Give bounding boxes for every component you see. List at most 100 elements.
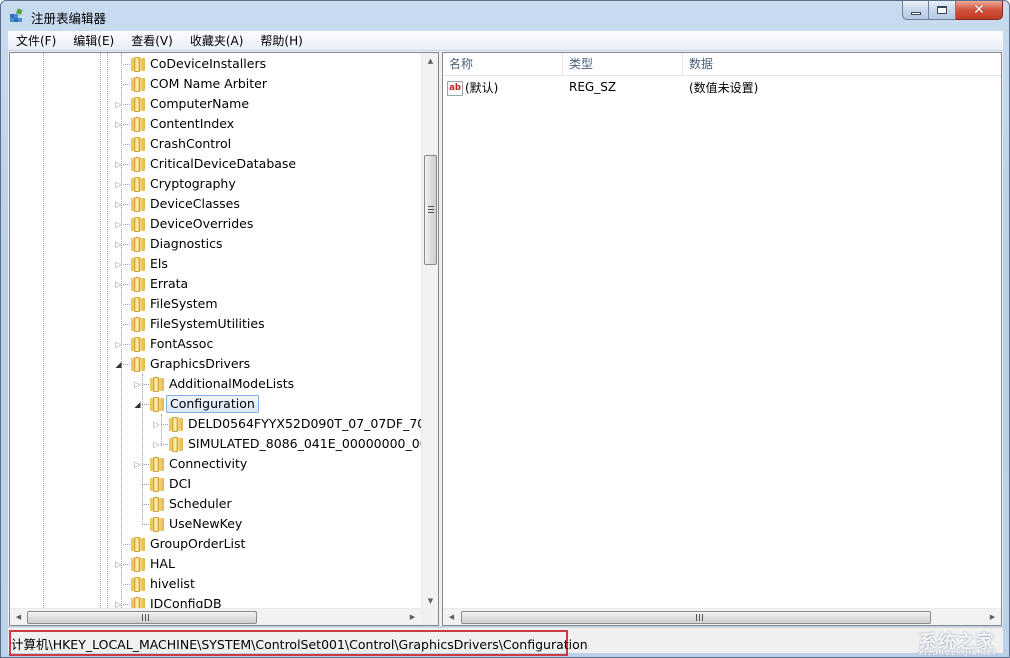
tree-item[interactable]: DCI xyxy=(10,474,421,494)
tree-item-label: COM Name Arbiter xyxy=(150,76,268,91)
status-path: 计算机\HKEY_LOCAL_MACHINE\SYSTEM\ControlSet… xyxy=(11,637,588,652)
tree-item-label: DCI xyxy=(169,476,192,491)
tree-item-label: DeviceOverrides xyxy=(150,216,254,231)
tree-item[interactable]: CoDeviceInstallers xyxy=(10,54,421,74)
folder-icon xyxy=(130,536,146,552)
tree-item[interactable]: ▷ AdditionalModeLists xyxy=(10,374,421,394)
tree-item[interactable]: ▷ DELD0564FYYX52D090T_07_07DF_70^B7 xyxy=(10,414,421,434)
menu-file[interactable]: 文件(F) xyxy=(14,31,58,50)
expanded-triangle-icon[interactable]: ◢ xyxy=(133,400,142,409)
scroll-up-arrow-icon[interactable]: ▲ xyxy=(422,53,439,70)
tree-item[interactable]: ▷ ComputerName xyxy=(10,94,421,114)
minimize-button[interactable] xyxy=(902,1,929,20)
list-horizontal-scroll-thumb[interactable] xyxy=(461,611,931,624)
tree-item[interactable]: ▷ DeviceOverrides xyxy=(10,214,421,234)
tree-vertical-scrollbar[interactable]: ▲ ▼ xyxy=(421,53,438,610)
tree-item[interactable]: ▷ HAL xyxy=(10,554,421,574)
tree-item[interactable]: FileSystem xyxy=(10,294,421,314)
tree-item-label: AdditionalModeLists xyxy=(169,376,295,391)
tree-item[interactable]: ▷ SIMULATED_8086_041E_00000000_00020 xyxy=(10,434,421,454)
folder-icon xyxy=(130,316,146,332)
menu-view[interactable]: 查看(V) xyxy=(129,31,175,50)
collapsed-triangle-icon[interactable]: ▷ xyxy=(114,100,123,109)
tree-item[interactable]: ▷ Connectivity xyxy=(10,454,421,474)
tree-guide-line xyxy=(161,414,162,446)
column-header-type[interactable]: 类型 xyxy=(563,53,683,76)
folder-icon xyxy=(149,496,165,512)
folder-icon xyxy=(130,216,146,232)
collapsed-triangle-icon[interactable]: ▷ xyxy=(114,220,123,229)
folder-icon xyxy=(130,256,146,272)
tree-item[interactable]: COM Name Arbiter xyxy=(10,74,421,94)
tree-item[interactable]: ▷ Errata xyxy=(10,274,421,294)
folder-icon xyxy=(130,576,146,592)
tree-item[interactable]: ▷ ContentIndex xyxy=(10,114,421,134)
folder-icon xyxy=(130,96,146,112)
collapsed-triangle-icon[interactable]: ▷ xyxy=(114,180,123,189)
tree-item[interactable]: ▷ DeviceClasses xyxy=(10,194,421,214)
menu-favorites[interactable]: 收藏夹(A) xyxy=(188,31,246,50)
collapsed-triangle-icon[interactable]: ▷ xyxy=(114,260,123,269)
list-horizontal-scrollbar[interactable]: ◀ ▶ xyxy=(443,608,1001,625)
value-name-cell: ab (默认) xyxy=(443,79,563,96)
collapsed-triangle-icon[interactable]: ▷ xyxy=(114,340,123,349)
tree-horizontal-scrollbar[interactable]: ◀ ▶ xyxy=(10,608,421,625)
tree-vertical-scroll-thumb[interactable] xyxy=(424,155,437,265)
tree-item-label: FileSystem xyxy=(150,296,218,311)
registry-editor-icon xyxy=(10,8,23,22)
list-row[interactable]: ab (默认) REG_SZ (数值未设置) xyxy=(443,77,983,97)
tree-horizontal-scroll-thumb[interactable] xyxy=(27,611,257,624)
tree-item-label: HAL xyxy=(150,556,175,571)
tree-item-label: Connectivity xyxy=(169,456,248,471)
collapsed-triangle-icon[interactable]: ▷ xyxy=(133,460,142,469)
column-header-name[interactable]: 名称 xyxy=(443,53,563,76)
tree-item[interactable]: ▷ CriticalDeviceDatabase xyxy=(10,154,421,174)
menu-help[interactable]: 帮助(H) xyxy=(258,31,304,50)
maximize-button[interactable] xyxy=(929,1,956,20)
column-header-data[interactable]: 数据 xyxy=(683,53,1001,76)
tree-item[interactable]: FileSystemUtilities xyxy=(10,314,421,334)
menu-edit[interactable]: 编辑(E) xyxy=(71,31,116,50)
folder-icon xyxy=(130,156,146,172)
tree-item[interactable]: ◢ GraphicsDrivers xyxy=(10,354,421,374)
tree-item[interactable]: ◢ Configuration xyxy=(10,394,421,414)
tree-item[interactable]: UseNewKey xyxy=(10,514,421,534)
folder-icon xyxy=(130,56,146,72)
scroll-left-arrow-icon[interactable]: ◀ xyxy=(10,609,27,626)
tree-item[interactable]: ▷ FontAssoc xyxy=(10,334,421,354)
registry-tree-pane: CoDeviceInstallers COM Name Arbiter ▷ Compu… xyxy=(9,52,439,626)
collapsed-triangle-icon[interactable]: ▷ xyxy=(152,440,161,449)
scroll-right-arrow-icon[interactable]: ▶ xyxy=(984,609,1001,626)
tree-item-label: FontAssoc xyxy=(150,336,214,351)
folder-icon xyxy=(130,136,146,152)
collapsed-triangle-icon[interactable]: ▷ xyxy=(114,240,123,249)
collapsed-triangle-icon[interactable]: ▷ xyxy=(114,160,123,169)
tree-item[interactable]: ▷ Els xyxy=(10,254,421,274)
title-bar[interactable]: 注册表编辑器 ✕ xyxy=(1,1,1009,31)
tree-item[interactable]: GroupOrderList xyxy=(10,534,421,554)
tree-item-label: ContentIndex xyxy=(150,116,235,131)
scroll-left-arrow-icon[interactable]: ◀ xyxy=(443,609,460,626)
tree-item[interactable]: hivelist xyxy=(10,574,421,594)
folder-icon xyxy=(130,336,146,352)
folder-icon xyxy=(130,356,146,372)
tree-item[interactable]: Scheduler xyxy=(10,494,421,514)
folder-icon xyxy=(149,516,165,532)
value-name: (默认) xyxy=(465,80,499,95)
tree-item[interactable]: CrashControl xyxy=(10,134,421,154)
collapsed-triangle-icon[interactable]: ▷ xyxy=(114,120,123,129)
close-button[interactable]: ✕ xyxy=(956,1,1003,20)
expanded-triangle-icon[interactable]: ◢ xyxy=(114,360,123,369)
scroll-right-arrow-icon[interactable]: ▶ xyxy=(404,609,421,626)
folder-icon xyxy=(149,456,165,472)
tree-item[interactable]: ▷ Cryptography xyxy=(10,174,421,194)
collapsed-triangle-icon[interactable]: ▷ xyxy=(114,560,123,569)
tree-item[interactable]: ▷ Diagnostics xyxy=(10,234,421,254)
collapsed-triangle-icon[interactable]: ▷ xyxy=(114,200,123,209)
string-value-icon: ab xyxy=(447,80,463,96)
collapsed-triangle-icon[interactable]: ▷ xyxy=(133,380,142,389)
registry-editor-window: 注册表编辑器 ✕ 文件(F) 编辑(E) 查看(V) 收藏夹(A) 帮助(H) … xyxy=(0,0,1010,658)
collapsed-triangle-icon[interactable]: ▷ xyxy=(114,280,123,289)
collapsed-triangle-icon[interactable]: ▷ xyxy=(152,420,161,429)
client-area: CoDeviceInstallers COM Name Arbiter ▷ Compu… xyxy=(8,51,1003,626)
